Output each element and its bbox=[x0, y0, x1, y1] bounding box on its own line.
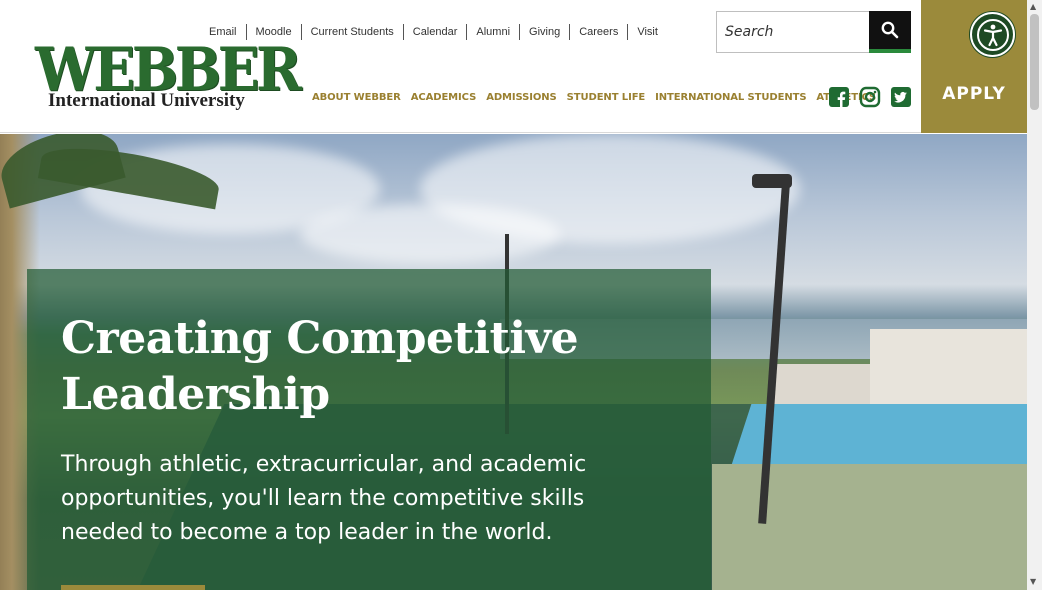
nav-international-students[interactable]: INTERNATIONAL STUDENTS bbox=[650, 92, 811, 103]
search-input[interactable] bbox=[717, 12, 870, 52]
hero-cloud bbox=[300, 204, 560, 264]
hero-headline-line1: Creating Competitive bbox=[61, 313, 579, 364]
social-links bbox=[828, 86, 912, 108]
hero-light-fixture bbox=[752, 174, 792, 188]
webber-logo[interactable]: WEBBER International University bbox=[35, 40, 302, 120]
utility-link-calendar[interactable]: Calendar bbox=[404, 26, 467, 38]
utility-link-careers[interactable]: Careers bbox=[570, 26, 627, 38]
hero-overlay: Creating Competitive Leadership Through … bbox=[27, 269, 711, 590]
hero-headline-line2: Leadership bbox=[61, 369, 330, 420]
nav-student-life[interactable]: STUDENT LIFE bbox=[562, 92, 651, 103]
hero-subtext: Through athletic, extracurricular, and a… bbox=[61, 452, 587, 545]
apply-label: APPLY bbox=[942, 84, 1006, 104]
main-nav: ABOUT WEBBER ACADEMICS ADMISSIONS STUDEN… bbox=[307, 92, 881, 103]
scroll-down-arrow[interactable]: ▼ bbox=[1030, 577, 1036, 587]
search-icon bbox=[881, 21, 899, 39]
nav-admissions[interactable]: ADMISSIONS bbox=[481, 92, 561, 103]
utility-link-email[interactable]: Email bbox=[200, 26, 246, 38]
hero-pool-deck bbox=[712, 464, 1027, 590]
utility-link-moodle[interactable]: Moodle bbox=[247, 26, 301, 38]
hero-section: Creating Competitive Leadership Through … bbox=[0, 134, 1027, 590]
instagram-icon[interactable] bbox=[859, 86, 881, 108]
search-button[interactable] bbox=[869, 11, 911, 53]
logo-subtitle: International University bbox=[48, 90, 245, 111]
utility-link-current-students[interactable]: Current Students bbox=[302, 26, 403, 38]
facebook-icon[interactable] bbox=[828, 86, 850, 108]
scroll-up-arrow[interactable]: ▲ bbox=[1030, 2, 1036, 12]
nav-academics[interactable]: ACADEMICS bbox=[406, 92, 481, 103]
search-box bbox=[716, 11, 911, 53]
site-header: WEBBER International University Email Mo… bbox=[0, 0, 1027, 133]
hero-headline: Creating Competitive Leadership bbox=[61, 311, 681, 423]
nav-about-webber[interactable]: ABOUT WEBBER bbox=[307, 92, 406, 103]
hero-cta-button[interactable] bbox=[61, 585, 205, 590]
utility-nav: Email Moodle Current Students Calendar A… bbox=[200, 24, 667, 40]
apply-button[interactable]: APPLY bbox=[921, 0, 1027, 133]
utility-link-visit[interactable]: Visit bbox=[628, 26, 667, 38]
scrollbar-thumb[interactable] bbox=[1030, 14, 1039, 110]
utility-link-alumni[interactable]: Alumni bbox=[467, 26, 519, 38]
page-scrollbar[interactable]: ▲ ▼ bbox=[1027, 0, 1042, 590]
accessibility-button[interactable] bbox=[970, 12, 1015, 57]
twitter-icon[interactable] bbox=[890, 86, 912, 108]
accessibility-icon bbox=[976, 18, 1009, 51]
utility-link-giving[interactable]: Giving bbox=[520, 26, 569, 38]
